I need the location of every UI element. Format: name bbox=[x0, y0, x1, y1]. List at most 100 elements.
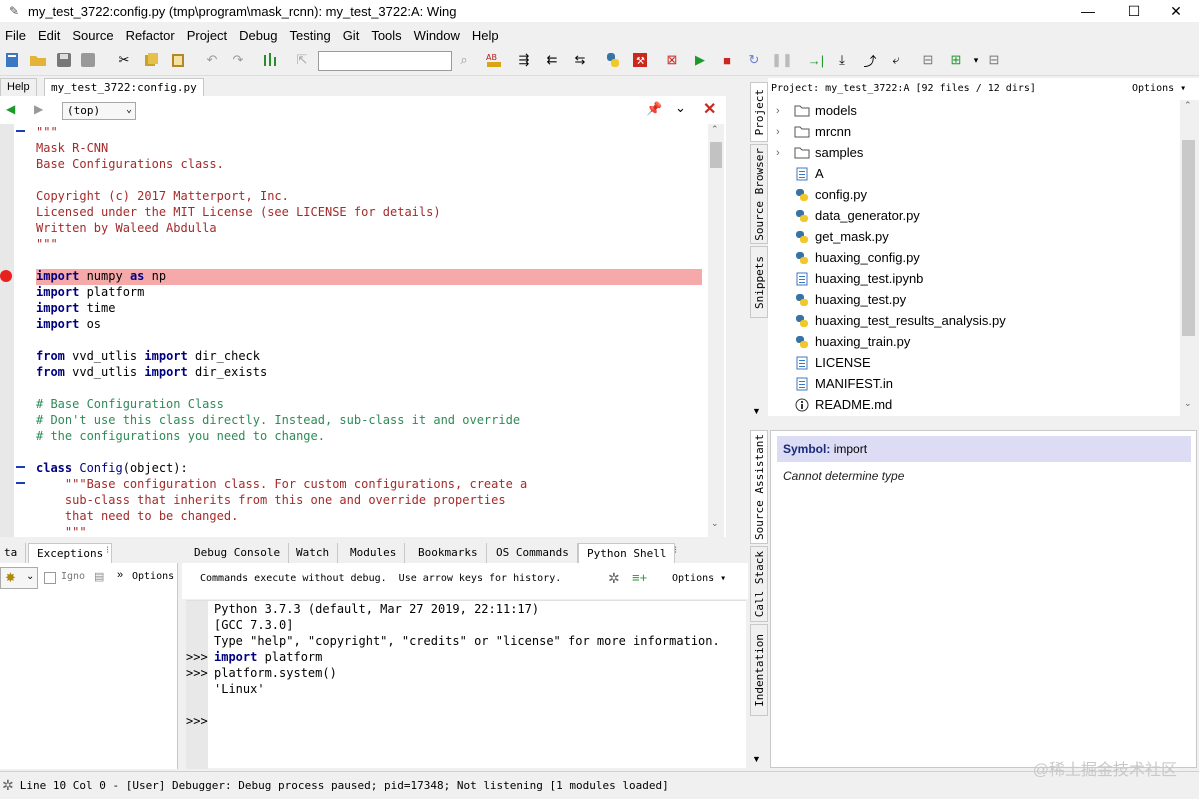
project-item[interactable]: LICENSE bbox=[768, 352, 1178, 373]
tab-watch[interactable]: Watch bbox=[288, 543, 339, 563]
expand-arrow-icon[interactable]: › bbox=[776, 105, 790, 117]
debug-bug-icon[interactable]: ✲ bbox=[608, 570, 620, 587]
project-item[interactable]: config.py bbox=[768, 184, 1178, 205]
fold-marker-icon[interactable] bbox=[16, 466, 25, 468]
menu-testing[interactable]: Testing bbox=[284, 28, 337, 43]
stack-list-icon[interactable]: ⊟ bbox=[984, 50, 1004, 70]
close-window-button[interactable]: ✕ bbox=[1153, 0, 1199, 22]
fold-marker-icon[interactable] bbox=[16, 482, 25, 484]
project-item[interactable]: huaxing_test.py bbox=[768, 289, 1178, 310]
cut-icon[interactable]: ✂ bbox=[114, 50, 134, 70]
editor-scrollbar[interactable]: ⌃ ⌄ bbox=[708, 124, 724, 537]
tab-menu-icon[interactable]: ⁝ bbox=[106, 545, 109, 556]
step-out-icon[interactable]: ⤴ bbox=[860, 50, 880, 70]
save-all-icon[interactable] bbox=[78, 50, 98, 70]
project-item[interactable]: › mrcnn bbox=[768, 121, 1178, 142]
open-folder-icon[interactable] bbox=[28, 50, 48, 70]
pin-icon[interactable]: 📌 bbox=[646, 101, 662, 117]
project-item[interactable]: A bbox=[768, 163, 1178, 184]
search-icon[interactable]: ⌕ bbox=[454, 50, 474, 70]
step-over-icon[interactable]: ⤓ bbox=[832, 50, 852, 70]
menu-project[interactable]: Project bbox=[182, 28, 234, 43]
tab-bookmarks[interactable]: Bookmarks bbox=[410, 543, 487, 563]
vtab-indentation[interactable]: Indentation bbox=[750, 624, 768, 716]
python-icon[interactable] bbox=[603, 50, 623, 70]
pause-icon[interactable]: ❚❚ bbox=[771, 50, 793, 70]
menu-edit[interactable]: Edit bbox=[33, 28, 67, 43]
copy-icon[interactable] bbox=[141, 50, 161, 70]
forward-arrow-icon[interactable]: ▶ bbox=[34, 102, 43, 116]
toolbar-search-input[interactable] bbox=[318, 51, 452, 71]
expand-arrow-icon[interactable]: › bbox=[776, 126, 790, 138]
tab-help[interactable]: Help bbox=[0, 78, 37, 96]
vtab-call-stack[interactable]: Call Stack bbox=[750, 546, 768, 622]
indent-guide-icon[interactable] bbox=[261, 50, 281, 70]
project-scrollbar[interactable]: ⌃ ⌄ bbox=[1180, 100, 1197, 416]
save-icon[interactable] bbox=[54, 50, 74, 70]
code-editor[interactable]: """ Mask R-CNN Base Configurations class… bbox=[0, 124, 726, 537]
menu-help[interactable]: Help bbox=[467, 28, 506, 43]
tab-config-py[interactable]: my_test_3722:config.py bbox=[44, 78, 204, 96]
indent-left-icon[interactable]: ⇇ bbox=[542, 50, 562, 70]
new-shell-icon[interactable]: ≡+ bbox=[632, 570, 647, 585]
menu-source[interactable]: Source bbox=[67, 28, 120, 43]
stop-debug-file-icon[interactable]: ⊠ bbox=[662, 50, 682, 70]
tab-menu-icon[interactable]: ⁝ bbox=[674, 545, 677, 556]
redo-icon[interactable]: ↷ bbox=[228, 50, 248, 70]
stop-icon[interactable]: ■ bbox=[717, 50, 737, 70]
breakpoint-icon[interactable] bbox=[0, 270, 12, 282]
menu-git[interactable]: Git bbox=[338, 28, 367, 43]
project-item[interactable]: › models bbox=[768, 100, 1178, 121]
shell-options-button[interactable]: Options ▾ bbox=[672, 573, 726, 584]
vtab-source-assistant[interactable]: Source Assistant bbox=[750, 430, 768, 544]
project-item[interactable]: get_mask.py bbox=[768, 226, 1178, 247]
project-item[interactable]: huaxing_train.py bbox=[768, 331, 1178, 352]
project-item[interactable]: › samples bbox=[768, 142, 1178, 163]
overflow-icon[interactable]: » bbox=[117, 569, 123, 581]
tab-options-chevron-icon[interactable]: ⌄ bbox=[675, 100, 686, 116]
ignore-checkbox[interactable] bbox=[44, 572, 56, 584]
menu-file[interactable]: File bbox=[0, 28, 33, 43]
scroll-down-icon[interactable]: ⌄ bbox=[711, 518, 719, 529]
indent-right-icon[interactable]: ⇶ bbox=[514, 50, 534, 70]
scrollbar-thumb[interactable] bbox=[1182, 140, 1195, 336]
scope-select[interactable]: (top) ⌄ bbox=[62, 102, 136, 120]
breakpoint-gutter[interactable] bbox=[0, 124, 14, 537]
exception-filter-dropdown[interactable]: ✸ ⌄ bbox=[0, 567, 38, 589]
tab-data[interactable]: ta bbox=[0, 543, 27, 563]
back-arrow-icon[interactable]: ◀ bbox=[6, 102, 15, 116]
tab-debug-console[interactable]: Debug Console bbox=[186, 543, 290, 563]
vtab-project[interactable]: Project bbox=[750, 82, 768, 142]
fold-marker-icon[interactable] bbox=[16, 130, 25, 132]
tab-exceptions[interactable]: Exceptions bbox=[28, 543, 113, 563]
clear-icon[interactable]: ▤ bbox=[94, 570, 104, 583]
exceptions-options-button[interactable]: Options bbox=[132, 571, 174, 582]
vtab-source-browser[interactable]: Source Browser bbox=[750, 144, 768, 244]
new-file-icon[interactable] bbox=[2, 50, 22, 70]
project-item[interactable]: MANIFEST.in bbox=[768, 373, 1178, 394]
step-into-icon[interactable]: →| bbox=[806, 50, 826, 70]
project-item[interactable]: huaxing_test.ipynb bbox=[768, 268, 1178, 289]
restart-icon[interactable]: ↻ bbox=[744, 50, 764, 70]
tab-modules[interactable]: Modules bbox=[342, 543, 406, 563]
expand-arrow-icon[interactable]: › bbox=[776, 147, 790, 159]
close-editor-icon[interactable]: ✕ bbox=[703, 99, 716, 119]
run-debug-icon[interactable]: ▶ bbox=[690, 50, 710, 70]
menu-debug[interactable]: Debug bbox=[234, 28, 284, 43]
step-return-icon[interactable]: ⤶ bbox=[886, 50, 906, 70]
project-item[interactable]: huaxing_config.py bbox=[768, 247, 1178, 268]
scroll-down-icon[interactable]: ⌄ bbox=[1184, 398, 1192, 409]
paste-icon[interactable] bbox=[168, 50, 188, 70]
vtab-snippets[interactable]: Snippets bbox=[750, 246, 768, 318]
menu-window[interactable]: Window bbox=[409, 28, 467, 43]
scroll-down-icon[interactable]: ▼ bbox=[752, 754, 761, 764]
stack-dropdown-icon[interactable]: ▾ bbox=[966, 50, 986, 70]
stack-up-icon[interactable]: ⊟ bbox=[918, 50, 938, 70]
project-item[interactable]: data_generator.py bbox=[768, 205, 1178, 226]
settings-wrench-icon[interactable]: ⚒ bbox=[630, 50, 650, 70]
maximize-button[interactable]: ☐ bbox=[1111, 0, 1157, 22]
stack-down-icon[interactable]: ⊞ bbox=[946, 50, 966, 70]
menu-tools[interactable]: Tools bbox=[366, 28, 408, 43]
indent-toggle-icon[interactable]: ⇆ bbox=[570, 50, 590, 70]
menu-refactor[interactable]: Refactor bbox=[121, 28, 182, 43]
